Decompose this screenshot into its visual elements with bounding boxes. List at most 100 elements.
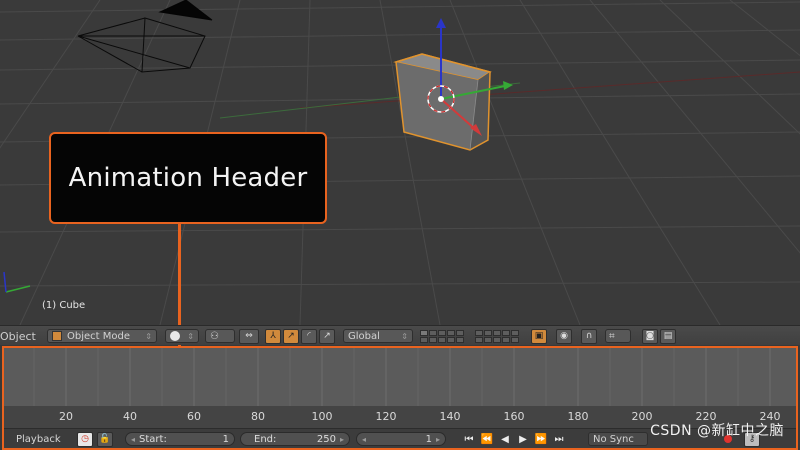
- right-arrow-icon: ▸: [339, 434, 344, 444]
- annotation-callout: Animation Header: [49, 132, 327, 224]
- mode-label: Object Mode: [67, 330, 130, 342]
- left-arrow-icon: ◂: [362, 434, 367, 444]
- ruler-tick-label: 140: [439, 410, 461, 423]
- opengl-render-animation-button[interactable]: ▤: [660, 328, 676, 344]
- layer-cell[interactable]: [475, 336, 483, 343]
- snap-icon: ⌗: [609, 330, 615, 342]
- layer-cell[interactable]: [447, 329, 455, 336]
- playback-controls: ⏮ ⏪ ◀ ▶ ⏩ ⏭: [460, 432, 568, 446]
- jump-start-icon[interactable]: ⏮: [460, 434, 478, 445]
- object-menu-label: Object: [0, 329, 36, 343]
- ruler-tick-label: 80: [251, 410, 265, 423]
- move-manipulator-button[interactable]: ↗: [283, 328, 299, 344]
- cube-icon: [52, 331, 62, 341]
- clock-icon: ◷: [81, 434, 89, 444]
- rotate-icon: ◜: [307, 331, 311, 341]
- lock-layers-icon: ▣: [534, 331, 544, 341]
- layer-cell[interactable]: [438, 336, 446, 343]
- lock-icon: 🔓: [99, 434, 111, 444]
- clapper-icon: ▤: [663, 331, 673, 341]
- translate-manipulator-button[interactable]: ⅄: [265, 328, 281, 344]
- layer-cell[interactable]: [502, 336, 510, 343]
- start-frame-field[interactable]: ◂ Start: 1: [125, 432, 235, 446]
- ruler-tick-label: 40: [123, 410, 137, 423]
- render-preview-button[interactable]: ◉: [556, 328, 572, 344]
- lock-camera-button[interactable]: ▣: [531, 328, 547, 344]
- current-frame-field[interactable]: ◂ 1 ▸: [356, 432, 446, 446]
- callout-text: Animation Header: [68, 163, 308, 193]
- viewport-shading-dropdown[interactable]: ⇕: [165, 329, 199, 343]
- 3d-view-header: Object Object Mode ⇕ ⇕ ⚇ ⇔ ⅄ ↗ ◜ ↗ Globa…: [0, 325, 800, 345]
- layer-cell[interactable]: [429, 329, 437, 336]
- use-preview-range-button[interactable]: ◷: [77, 431, 93, 447]
- circle-icon: ◉: [560, 331, 568, 341]
- end-value: 250: [316, 433, 336, 445]
- layer-cell[interactable]: [511, 329, 519, 336]
- pivot-point-dropdown[interactable]: ⚇: [205, 329, 235, 343]
- play-icon[interactable]: ▶: [514, 434, 532, 445]
- playback-menu-label: Playback: [16, 433, 61, 445]
- timeline-frame-lines: [33, 348, 771, 406]
- layer-cell[interactable]: [484, 329, 492, 336]
- sync-label: No Sync: [593, 433, 634, 445]
- layer-cell[interactable]: [511, 336, 519, 343]
- transform-orientation-dropdown[interactable]: Global ⇕: [343, 329, 413, 343]
- sphere-shading-icon: [170, 331, 180, 341]
- left-arrow-icon: ◂: [131, 434, 136, 444]
- playback-menu[interactable]: Playback: [16, 432, 61, 446]
- layer-cell[interactable]: [456, 329, 464, 336]
- layer-cell[interactable]: [493, 329, 501, 336]
- manipulator-toggle[interactable]: ⇔: [239, 328, 259, 344]
- ruler-tick-label: 60: [187, 410, 201, 423]
- layer-cell[interactable]: [475, 329, 483, 336]
- end-frame-field[interactable]: End: 250 ▸: [240, 432, 350, 446]
- ruler-tick-label: 120: [375, 410, 397, 423]
- start-value: 1: [222, 433, 229, 445]
- layer-cell[interactable]: [493, 336, 501, 343]
- pivot-icon: ⚇: [210, 330, 219, 342]
- updown-arrow-icon: ⇕: [145, 331, 152, 341]
- snap-element-dropdown[interactable]: ⌗: [605, 329, 631, 343]
- arrow-icon: ↗: [287, 331, 295, 341]
- updown-arrow-icon: ⇕: [401, 331, 408, 341]
- opengl-render-button[interactable]: ◙: [642, 328, 658, 344]
- timeline-keyframe-area[interactable]: [4, 348, 796, 406]
- layer-cell[interactable]: [438, 329, 446, 336]
- layer-cell[interactable]: [484, 336, 492, 343]
- active-object-label: (1) Cube: [42, 300, 86, 311]
- layer-grid-left[interactable]: [420, 329, 464, 343]
- layer-cell[interactable]: [456, 336, 464, 343]
- ruler-tick-label: 20: [59, 410, 73, 423]
- layer-cell[interactable]: [502, 329, 510, 336]
- manipulator-icon: ⇔: [245, 331, 253, 341]
- axes-icon: ⅄: [270, 331, 276, 341]
- end-label: End:: [254, 433, 277, 445]
- rewind-icon[interactable]: ⏪: [478, 434, 496, 445]
- right-arrow-icon: ▸: [435, 434, 440, 444]
- fast-forward-icon[interactable]: ⏩: [532, 434, 550, 445]
- jump-end-icon[interactable]: ⏭: [550, 434, 568, 445]
- ruler-tick-label: 100: [311, 410, 333, 423]
- current-frame-value: 1: [425, 433, 432, 445]
- camera-icon: ◙: [645, 331, 655, 341]
- scale-manipulator-button[interactable]: ↗: [319, 328, 335, 344]
- object-menu[interactable]: Object: [0, 329, 36, 343]
- layer-cell[interactable]: [429, 336, 437, 343]
- watermark-text: CSDN @新缸中之脑: [650, 423, 784, 439]
- ruler-tick-label: 180: [567, 410, 589, 423]
- magnet-icon: ∩: [585, 331, 593, 341]
- layer-cell[interactable]: [420, 336, 428, 343]
- rotate-manipulator-button[interactable]: ◜: [301, 328, 317, 344]
- start-label: Start:: [139, 433, 167, 445]
- proportional-edit-button[interactable]: ∩: [581, 328, 597, 344]
- scale-icon: ↗: [323, 331, 331, 341]
- mode-selector[interactable]: Object Mode ⇕: [47, 329, 157, 343]
- layer-cell[interactable]: [447, 336, 455, 343]
- layer-cell[interactable]: [420, 329, 428, 336]
- updown-arrow-icon: ⇕: [187, 331, 194, 341]
- ruler-tick-label: 160: [503, 410, 525, 423]
- play-reverse-icon[interactable]: ◀: [496, 434, 514, 445]
- layer-grid-right[interactable]: [475, 329, 519, 343]
- lock-frame-range-button[interactable]: 🔓: [97, 431, 113, 447]
- sync-mode-dropdown[interactable]: No Sync: [588, 432, 648, 446]
